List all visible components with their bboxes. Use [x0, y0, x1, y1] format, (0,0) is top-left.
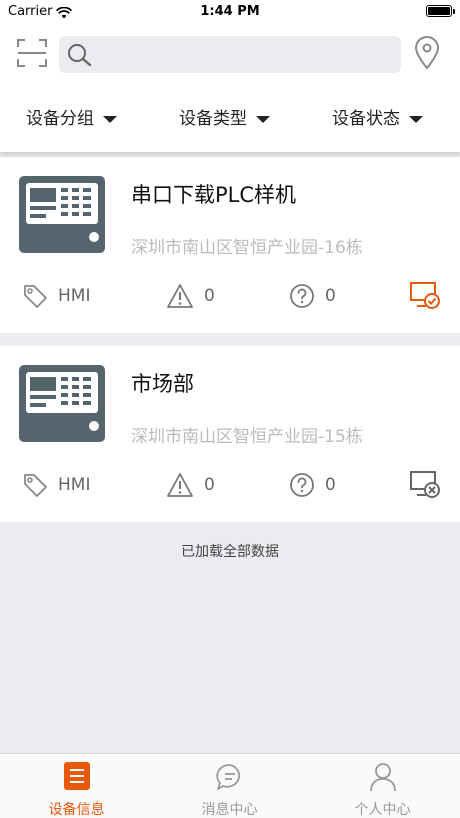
device-unknown-count: 0 — [289, 468, 336, 502]
filter-bar: 设备分组 设备类型 设备状态 — [0, 84, 460, 152]
online-monitor-icon — [409, 281, 441, 313]
tab-message-center[interactable]: 消息中心 — [153, 754, 306, 818]
tag-icon — [24, 474, 47, 497]
device-name: 市场部 — [131, 372, 194, 396]
device-tag: HMI — [22, 468, 90, 502]
device-list-icon — [63, 762, 90, 794]
device-alarm-count: 0 — [166, 279, 215, 313]
tab-device-info-label: 设备信息 — [48, 802, 105, 818]
clock: 1:44 PM — [200, 4, 260, 19]
warning-icon — [167, 284, 193, 308]
hmi-device-icon — [19, 176, 105, 253]
search-bar[interactable] — [59, 36, 401, 73]
search-input[interactable] — [99, 36, 389, 73]
filter-device-status[interactable]: 设备状态 — [332, 106, 423, 132]
tab-personal-center[interactable]: 个人中心 — [306, 754, 459, 818]
device-address: 深圳市南山区智恒产业园-15栋 — [131, 427, 363, 447]
caret-down-icon — [103, 115, 117, 123]
device-tag-label: HMI — [58, 475, 91, 495]
tab-bar: 设备信息 消息中心 个人中心 — [0, 753, 460, 818]
device-unknown-count: 0 — [289, 279, 336, 313]
filter-device-type-label: 设备类型 — [179, 109, 247, 129]
unknown-count-value: 0 — [325, 286, 336, 306]
device-tag: HMI — [22, 279, 90, 313]
message-icon — [215, 762, 245, 796]
status-bar: Carrier 1:44 PM — [0, 0, 460, 24]
location-pin-icon[interactable] — [414, 36, 440, 74]
alarm-count-value: 0 — [204, 286, 215, 306]
list-end-message: 已加载全部数据 — [181, 544, 279, 560]
device-card[interactable]: 市场部 深圳市南山区智恒产业园-15栋 HMI 0 0 — [0, 346, 460, 522]
device-tag-label: HMI — [58, 286, 91, 306]
search-icon — [67, 43, 93, 71]
device-card[interactable]: 串口下载PLC样机 深圳市南山区智恒产业园-16栋 HMI 0 0 — [0, 157, 460, 333]
device-meta-row: HMI 0 0 — [0, 279, 460, 313]
alarm-count-value: 0 — [204, 475, 215, 495]
filter-device-group[interactable]: 设备分组 — [26, 106, 117, 132]
filter-device-status-label: 设备状态 — [332, 109, 400, 129]
filter-device-type[interactable]: 设备类型 — [179, 106, 270, 132]
device-alarm-count: 0 — [166, 468, 215, 502]
tab-personal-center-label: 个人中心 — [354, 802, 411, 818]
battery-icon — [426, 5, 455, 17]
offline-monitor-icon — [409, 470, 441, 502]
hmi-device-icon — [19, 365, 105, 442]
top-bar — [0, 24, 460, 84]
caret-down-icon — [409, 115, 423, 123]
person-icon — [369, 762, 397, 796]
device-name: 串口下载PLC样机 — [131, 183, 297, 207]
device-address: 深圳市南山区智恒产业园-16栋 — [131, 238, 363, 258]
filter-device-group-label: 设备分组 — [26, 109, 94, 129]
scan-icon[interactable] — [16, 38, 48, 68]
tab-message-center-label: 消息中心 — [201, 802, 258, 818]
warning-icon — [167, 473, 193, 497]
device-meta-row: HMI 0 0 — [0, 468, 460, 502]
tag-icon — [24, 285, 47, 308]
unknown-count-value: 0 — [325, 475, 336, 495]
question-icon — [290, 284, 314, 308]
caret-down-icon — [256, 115, 270, 123]
tab-device-info[interactable]: 设备信息 — [0, 754, 153, 818]
question-icon — [290, 473, 314, 497]
